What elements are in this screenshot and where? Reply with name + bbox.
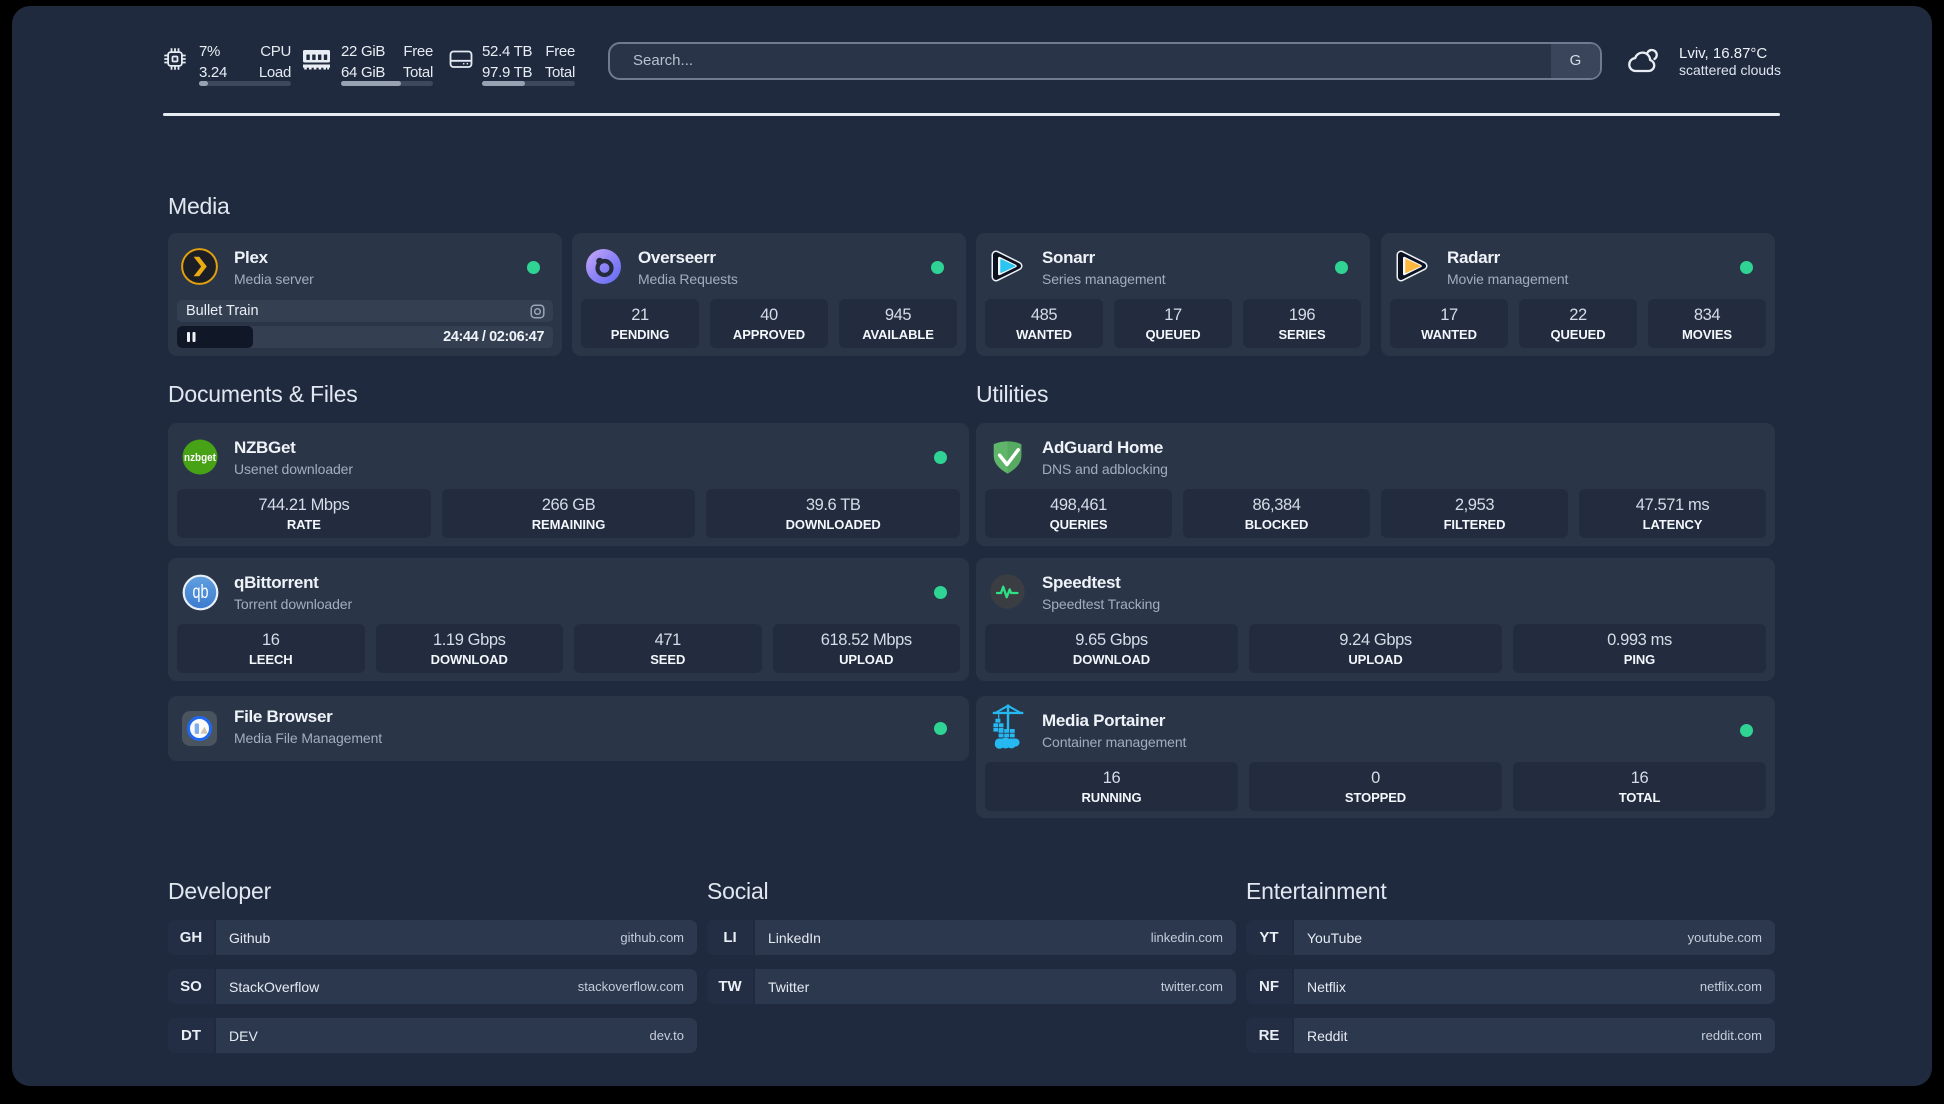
svg-text:qb: qb xyxy=(193,582,209,603)
svg-text:nzbget: nzbget xyxy=(184,452,216,464)
